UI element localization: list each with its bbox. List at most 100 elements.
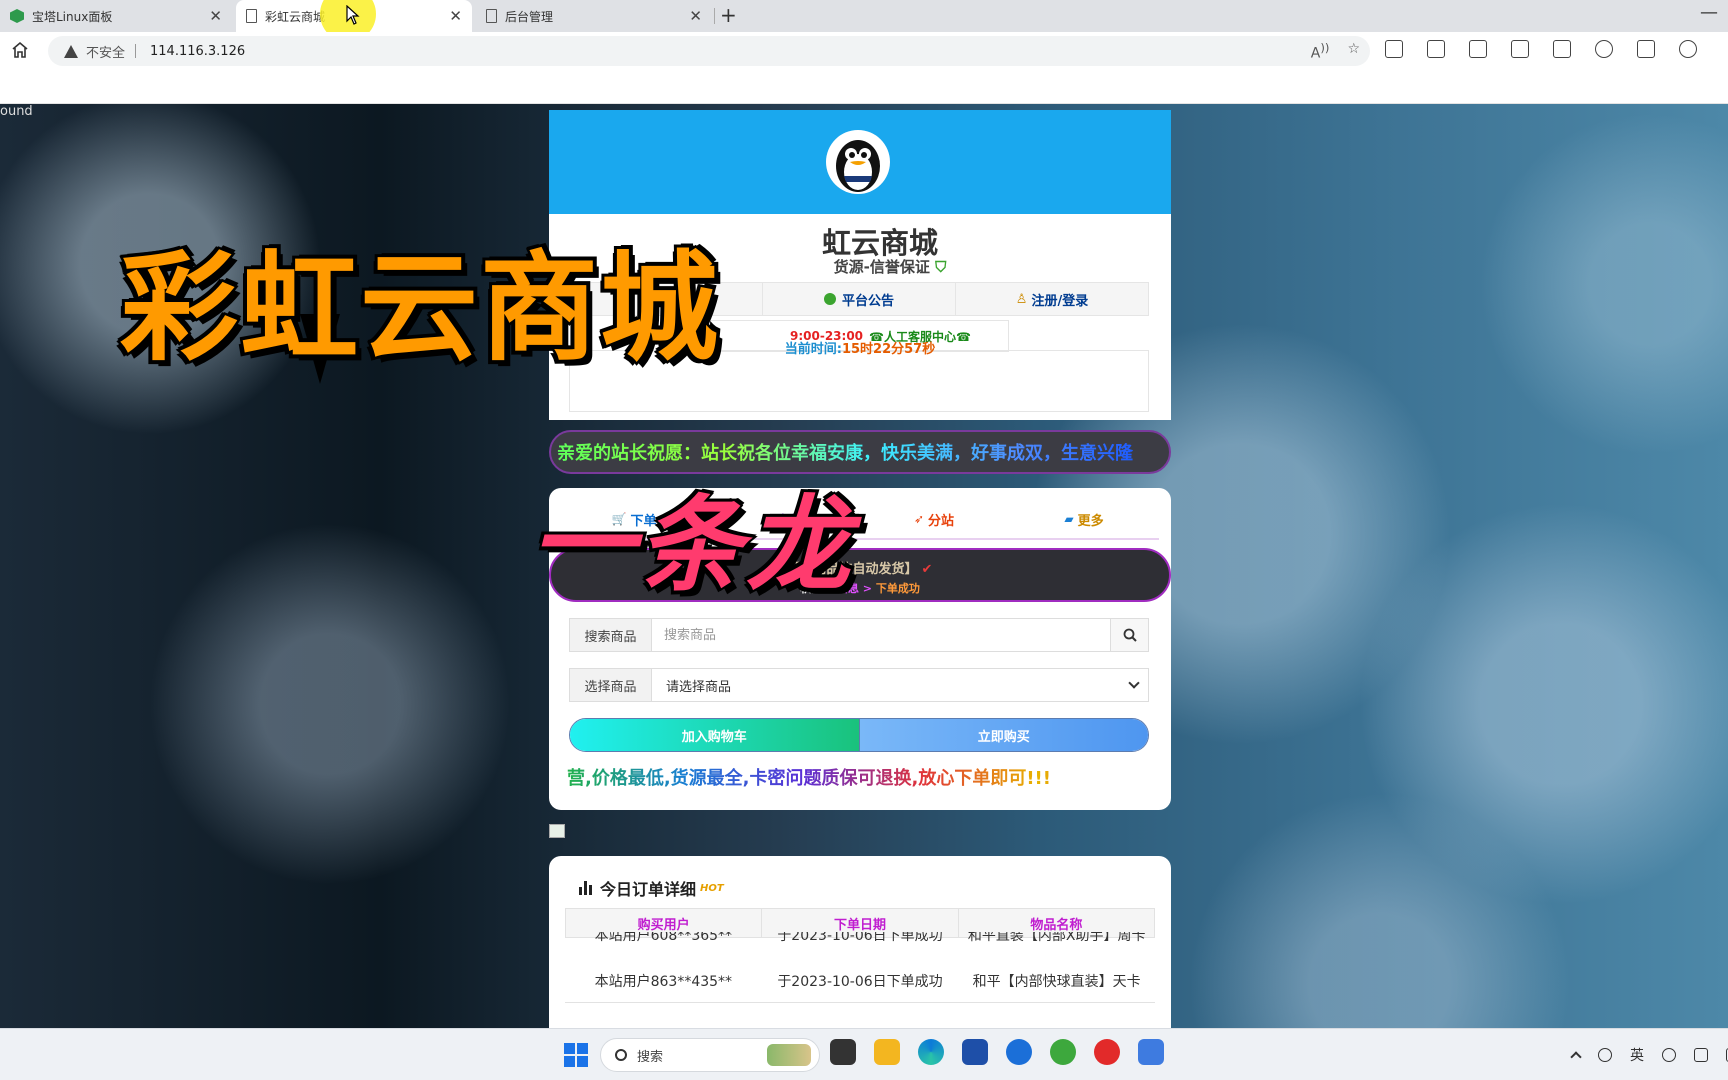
document-icon	[246, 9, 257, 23]
chevron-down-icon	[1128, 677, 1140, 689]
netease-music-icon[interactable]	[1094, 1039, 1120, 1065]
chevron-up-icon[interactable]	[1570, 1051, 1582, 1063]
table-cell: 本站用户608**365**	[594, 932, 733, 944]
read-aloud-icon[interactable]: A))	[1311, 41, 1330, 62]
search-button[interactable]	[1110, 619, 1148, 651]
minimize-icon[interactable]: —	[1700, 2, 1718, 23]
tab-admin[interactable]: 后台管理 ✕	[476, 0, 712, 32]
table-cell: 和平【内部快球直装】天卡	[972, 974, 1141, 990]
app-blue-icon[interactable]	[1006, 1039, 1032, 1065]
notice-text-c: 下单成功	[875, 582, 920, 595]
wifi-icon[interactable]	[1662, 1048, 1676, 1062]
file-explorer-icon[interactable]	[874, 1039, 900, 1065]
table-row: 本站用户608**365** 于2023-10-06日下单成功 和平直装【内部X…	[565, 932, 1155, 946]
performance-icon[interactable]	[1595, 40, 1613, 58]
edge-browser-icon[interactable]	[918, 1039, 944, 1065]
row-divider	[565, 1002, 1155, 1003]
platform-notice-label: 平台公告	[841, 293, 894, 309]
store-icon[interactable]	[962, 1039, 988, 1065]
purchase-buttons: 加入购物车 立即购买	[569, 718, 1149, 752]
close-icon[interactable]: ✕	[209, 7, 222, 25]
tab-title: 宝塔Linux面板	[32, 9, 113, 24]
select-value: 请选择商品	[666, 679, 732, 695]
user-icon: ♙	[1015, 291, 1028, 307]
page-viewport: ound 虹云商城 货源-信誉保证 ⛉ 平台公告 ♙ 注册/登录 9:00-23:…	[0, 104, 1728, 1028]
tab-separator	[714, 8, 715, 24]
select-label: 选择商品	[570, 669, 652, 701]
table-cell: 本站用户863**435**	[594, 974, 733, 990]
search-input[interactable]	[652, 619, 1110, 651]
bar-chart-icon	[579, 881, 592, 895]
app-w-icon[interactable]	[1138, 1039, 1164, 1065]
favorites-icon[interactable]	[1469, 40, 1487, 58]
search-label: 搜索商品	[570, 619, 652, 651]
favorites-bar	[0, 70, 1728, 104]
search-row: 搜索商品	[569, 618, 1149, 652]
close-icon[interactable]: ✕	[449, 7, 462, 25]
table-cell: 于2023-10-06日下单成功	[777, 932, 943, 944]
system-tray: 英	[1570, 1045, 1728, 1065]
tab-bar: 宝塔Linux面板 ✕ 彩虹云商城 ✕ 后台管理 ✕ + —	[0, 0, 1728, 32]
microphone-icon[interactable]	[1598, 1048, 1612, 1062]
split-screen-icon[interactable]	[1427, 40, 1445, 58]
rocket-icon: ➶	[913, 512, 925, 526]
buy-now-button[interactable]: 立即购买	[858, 719, 1148, 751]
hot-badge: HOT	[700, 882, 724, 894]
collections-icon[interactable]	[1511, 40, 1529, 58]
ime-indicator[interactable]: 英	[1630, 1045, 1644, 1065]
penguin-avatar-icon	[826, 130, 890, 194]
select-row: 选择商品 请选择商品	[569, 668, 1149, 702]
broken-image-icon	[549, 824, 565, 838]
address-bar-row: 不安全 114.116.3.126 A)) ☆	[0, 32, 1728, 70]
platform-notice-button[interactable]: 平台公告	[763, 283, 956, 315]
omnibox[interactable]: 不安全 114.116.3.126 A)) ☆	[48, 36, 1370, 66]
tab-baota[interactable]: 宝塔Linux面板 ✕	[0, 0, 232, 32]
favorite-star-icon[interactable]: ☆	[1347, 41, 1360, 62]
home-icon[interactable]	[10, 40, 30, 60]
login-register-button[interactable]: ♙ 注册/登录	[956, 283, 1148, 315]
baota-icon	[10, 9, 24, 23]
check-icon: ✔	[921, 562, 933, 577]
tab-title: 彩虹云商城	[265, 9, 326, 24]
warning-icon	[64, 44, 78, 58]
add-to-cart-button[interactable]: 加入购物车	[570, 719, 859, 751]
time-value: 15时22分57秒	[841, 342, 936, 357]
overlay-subtitle: 一条龙	[528, 481, 855, 608]
new-tab-plus-icon[interactable]: +	[720, 3, 737, 27]
taskbar-search-placeholder: 搜索	[637, 1049, 664, 1065]
download-icon[interactable]	[1553, 40, 1571, 58]
time-label: 当前时间:	[784, 342, 842, 357]
taskbar: 搜索 英	[0, 1028, 1728, 1080]
url-text[interactable]: 114.116.3.126	[150, 44, 245, 59]
edge-sidebar-icon[interactable]	[1637, 40, 1655, 58]
close-icon[interactable]: ✕	[689, 7, 702, 25]
table-cell: 和平直装【内部X助手】周卡	[967, 932, 1146, 944]
mouse-cursor-icon	[346, 5, 360, 25]
tab-label: 更多	[1077, 513, 1104, 529]
login-register-label: 注册/登录	[1031, 293, 1089, 309]
extensions-icon[interactable]	[1385, 40, 1403, 58]
table-cell: 于2023-10-06日下单成功	[777, 974, 943, 990]
orders-title: 今日订单详细 HOT	[579, 876, 724, 900]
folder-icon: ▰	[1064, 512, 1074, 526]
volume-icon[interactable]	[1694, 1048, 1708, 1062]
product-select[interactable]: 请选择商品	[652, 669, 1148, 701]
document-icon	[486, 9, 497, 23]
table-row: 本站用户863**435** 于2023-10-06日下单成功 和平【内部快球直…	[565, 966, 1155, 996]
taskbar-search[interactable]: 搜索	[600, 1038, 820, 1072]
orders-card: 今日订单详细 HOT 购买用户 下单日期 物品名称 本站用户608**365**…	[549, 856, 1171, 1028]
tab-more[interactable]: ▰ 更多	[1009, 500, 1159, 538]
task-view-icon[interactable]	[830, 1039, 856, 1065]
tab-branch[interactable]: ➶ 分站	[859, 500, 1009, 538]
search-highlight-icon	[767, 1044, 811, 1066]
profile-icon[interactable]	[1679, 40, 1697, 58]
tab-label: 分站	[928, 513, 955, 529]
security-label[interactable]: 不安全	[86, 42, 125, 61]
tab-title: 后台管理	[505, 9, 554, 24]
slogan-text: 营,价格最低,货源最全,卡密问题质保可退换,放心下单即可!!!	[567, 764, 1157, 790]
orders-title-text: 今日订单详细	[600, 880, 697, 899]
windows-start-icon[interactable]	[564, 1043, 588, 1067]
app-green-icon[interactable]	[1050, 1039, 1076, 1065]
divider	[135, 44, 137, 58]
site-subtitle-text: 货源-信誉保证	[833, 258, 930, 276]
